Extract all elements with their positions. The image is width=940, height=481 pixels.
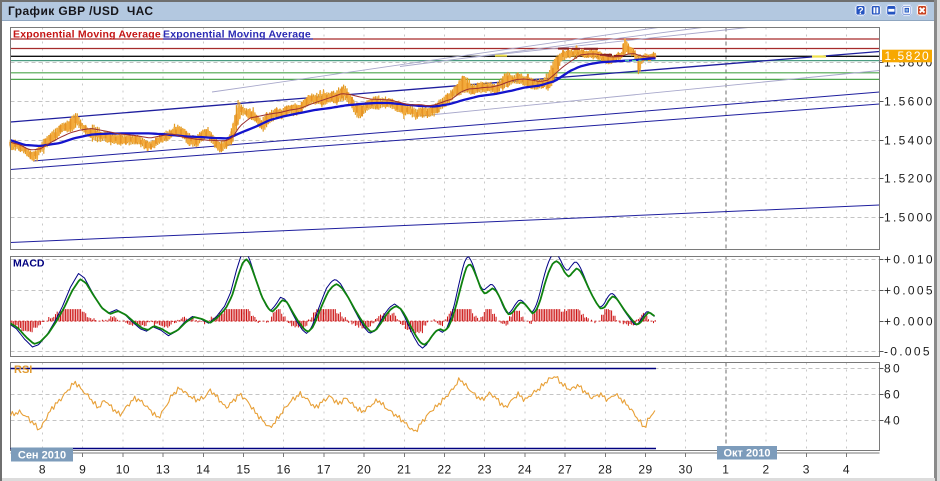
svg-text:21: 21 (397, 463, 411, 477)
svg-text:MACD: MACD (13, 258, 45, 270)
svg-text:16: 16 (277, 463, 291, 477)
svg-text:29: 29 (638, 463, 652, 477)
svg-text:30: 30 (679, 463, 693, 477)
svg-text:1.5400: 1.5400 (884, 134, 935, 148)
svg-text:+0.005: +0.005 (884, 284, 935, 298)
svg-text:27: 27 (558, 463, 572, 477)
svg-text:1.5600: 1.5600 (884, 95, 935, 109)
svg-text:1.5200: 1.5200 (884, 172, 935, 186)
svg-text:+0.000: +0.000 (884, 315, 935, 329)
svg-text:1.5000: 1.5000 (884, 211, 935, 225)
svg-text:40: 40 (884, 414, 902, 428)
svg-text:8: 8 (39, 463, 46, 477)
svg-text:Сен 2010: Сен 2010 (18, 450, 66, 462)
svg-text:80: 80 (884, 362, 902, 376)
svg-text:RSI: RSI (14, 364, 32, 376)
svg-text:Exponential Moving Average: Exponential Moving Average (13, 29, 161, 41)
svg-text:17: 17 (317, 463, 331, 477)
svg-text:4: 4 (843, 463, 850, 477)
svg-text:14: 14 (196, 463, 210, 477)
svg-text:2: 2 (763, 463, 770, 477)
svg-text:-0.005: -0.005 (884, 345, 932, 359)
svg-text:15: 15 (236, 463, 250, 477)
svg-text:Окт 2010: Окт 2010 (724, 448, 771, 460)
svg-text:60: 60 (884, 388, 902, 402)
svg-text:1.5820: 1.5820 (885, 49, 931, 63)
svg-text:9: 9 (79, 463, 86, 477)
svg-text:3: 3 (803, 463, 810, 477)
svg-text:+0.010: +0.010 (884, 253, 935, 267)
svg-text:10: 10 (116, 463, 130, 477)
svg-text:20: 20 (357, 463, 371, 477)
svg-text:22: 22 (437, 463, 451, 477)
svg-text:1: 1 (722, 463, 729, 477)
svg-text:13: 13 (156, 463, 170, 477)
svg-text:24: 24 (518, 463, 532, 477)
svg-text:23: 23 (478, 463, 492, 477)
svg-text:?: ? (858, 6, 864, 17)
svg-text:28: 28 (598, 463, 612, 477)
